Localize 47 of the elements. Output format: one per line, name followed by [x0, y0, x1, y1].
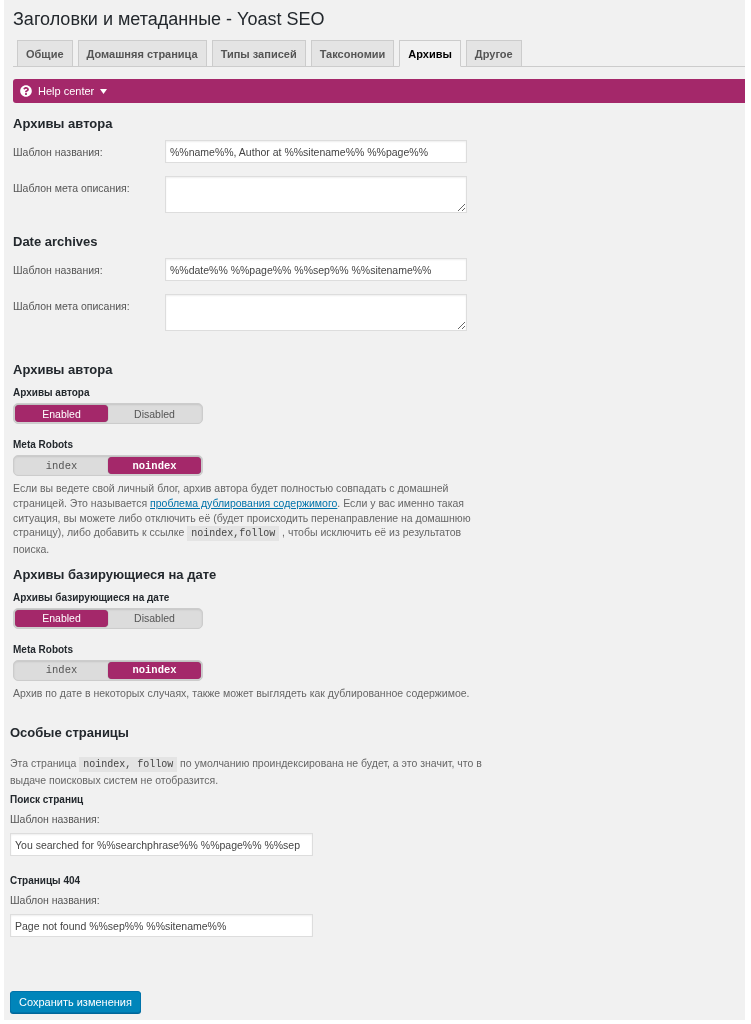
field-label: Шаблон названия:: [13, 263, 104, 277]
section-heading: Особые страницы: [10, 723, 130, 742]
description-text: Если вы ведете свой личный блог, архив автора будет полностью совпадать с домашней страницей. Это называется проблема дублирования содержимого. Если у вас именно такая ситуация, вы можете либо отключить её (будет происходить перенаправление на домашнюю страницу), либо добавить к ссылке noindex,follow , чтобы исключить её из результатов поиска.: [13, 481, 472, 557]
field-label: Шаблон названия:: [10, 812, 101, 827]
toggle-option[interactable]: Disabled: [108, 405, 201, 422]
toggle-label: Архивы базирующиеся на дате: [13, 591, 171, 605]
tab[interactable]: Архивы: [399, 40, 461, 67]
section-heading: Архивы автора: [13, 361, 114, 379]
toggle-label: Meta Robots: [13, 643, 74, 657]
toggle-option[interactable]: noindex: [108, 662, 201, 679]
help-icon: [20, 85, 32, 97]
meta-description-textarea[interactable]: [165, 176, 467, 213]
save-button[interactable]: Сохранить изменения: [10, 991, 141, 1014]
title-template-input[interactable]: %%date%% %%page%% %%sep%% %%sitename%%: [165, 258, 467, 281]
title-template-input[interactable]: %%name%%, Author at %%sitename%% %%page%%: [165, 140, 467, 163]
tab[interactable]: Таксономии: [310, 40, 395, 67]
toggle-option[interactable]: Disabled: [108, 610, 201, 627]
tab[interactable]: Другое: [465, 40, 522, 67]
subsection-title: Страницы 404: [10, 874, 82, 889]
description-text: Эта страница noindex, follow по умолчанию проиндексирована не будет, а это значит, что в выдаче поисковых систем не отобразится.: [10, 755, 483, 788]
field-label: Шаблон мета описания:: [13, 299, 131, 313]
meta-description-textarea[interactable]: [165, 294, 467, 331]
section-heading: Архивы автора: [13, 115, 114, 133]
field-label: Шаблон мета описания:: [13, 181, 131, 195]
toggle-option[interactable]: index: [15, 457, 108, 474]
toggle-option[interactable]: Enabled: [15, 405, 108, 422]
toggle-option[interactable]: noindex: [108, 457, 201, 474]
subsection-title: Поиск страниц: [10, 793, 85, 808]
code-snippet: noindex, follow: [79, 756, 178, 772]
title-template-input[interactable]: You searched for %%searchphrase%% %%page%% %%sep: [10, 833, 313, 857]
title-template-input[interactable]: Page not found %%sep%% %%sitename%%: [10, 914, 313, 938]
field-label: Шаблон названия:: [13, 145, 104, 159]
toggle-label: Meta Robots: [13, 438, 74, 452]
code-snippet: noindex,follow: [187, 526, 280, 542]
help-center-button[interactable]: Help center: [13, 79, 745, 103]
tab[interactable]: Домашняя страница: [77, 40, 207, 67]
toggle-label: Архивы автора: [13, 386, 91, 400]
page-title: Заголовки и метаданные - Yoast SEO: [13, 8, 326, 31]
tab[interactable]: Общие: [17, 40, 73, 67]
tab[interactable]: Типы записей: [211, 40, 306, 67]
description-text: Архив по дате в некоторых случаях, также может выглядеть как дублированное содержимое.: [13, 686, 471, 701]
section-heading: Архивы базирующиеся на дате: [13, 566, 218, 584]
section-heading: Date archives: [13, 233, 99, 251]
toggle-option[interactable]: Enabled: [15, 610, 108, 627]
field-label: Шаблон названия:: [10, 893, 101, 908]
toggle-option[interactable]: index: [15, 662, 108, 679]
caret-down-icon: [100, 88, 108, 94]
